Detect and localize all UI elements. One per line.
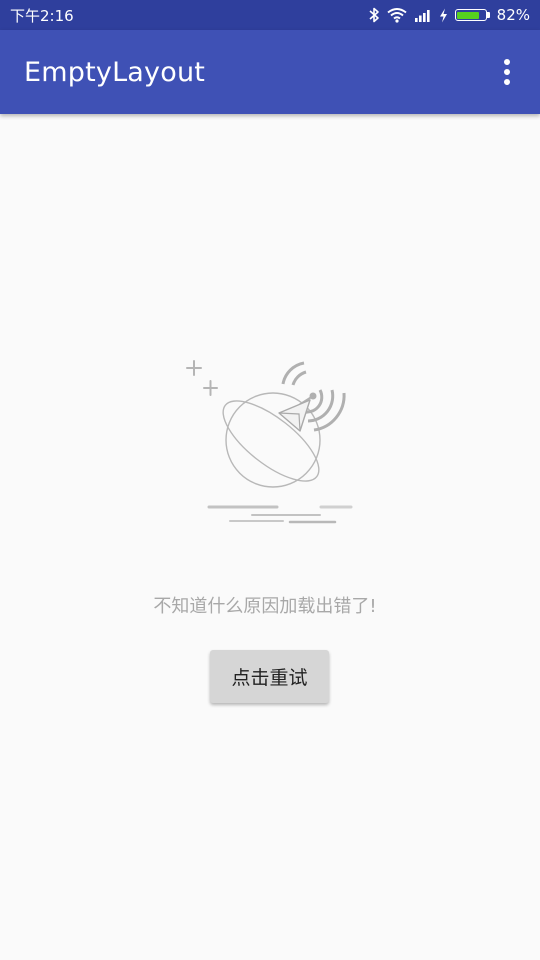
retry-button[interactable]: 点击重试 (210, 650, 329, 703)
wifi-icon (387, 8, 407, 23)
app-title: EmptyLayout (24, 56, 206, 88)
status-time: 下午2:16 (10, 6, 74, 25)
battery-icon (454, 9, 490, 21)
status-bar: 下午2:16 82% (0, 0, 540, 30)
bluetooth-icon (369, 7, 379, 23)
planet-satellite-icon (186, 360, 353, 524)
signal-icon (414, 10, 430, 22)
charging-icon (439, 8, 447, 22)
app-bar: EmptyLayout (0, 30, 540, 114)
error-message: 不知道什么原因加载出错了! (153, 596, 377, 617)
battery-fill (457, 11, 480, 19)
battery-percent: 82% (496, 6, 530, 24)
overflow-menu-icon[interactable] (492, 50, 522, 94)
status-icons: 82% (368, 6, 530, 24)
